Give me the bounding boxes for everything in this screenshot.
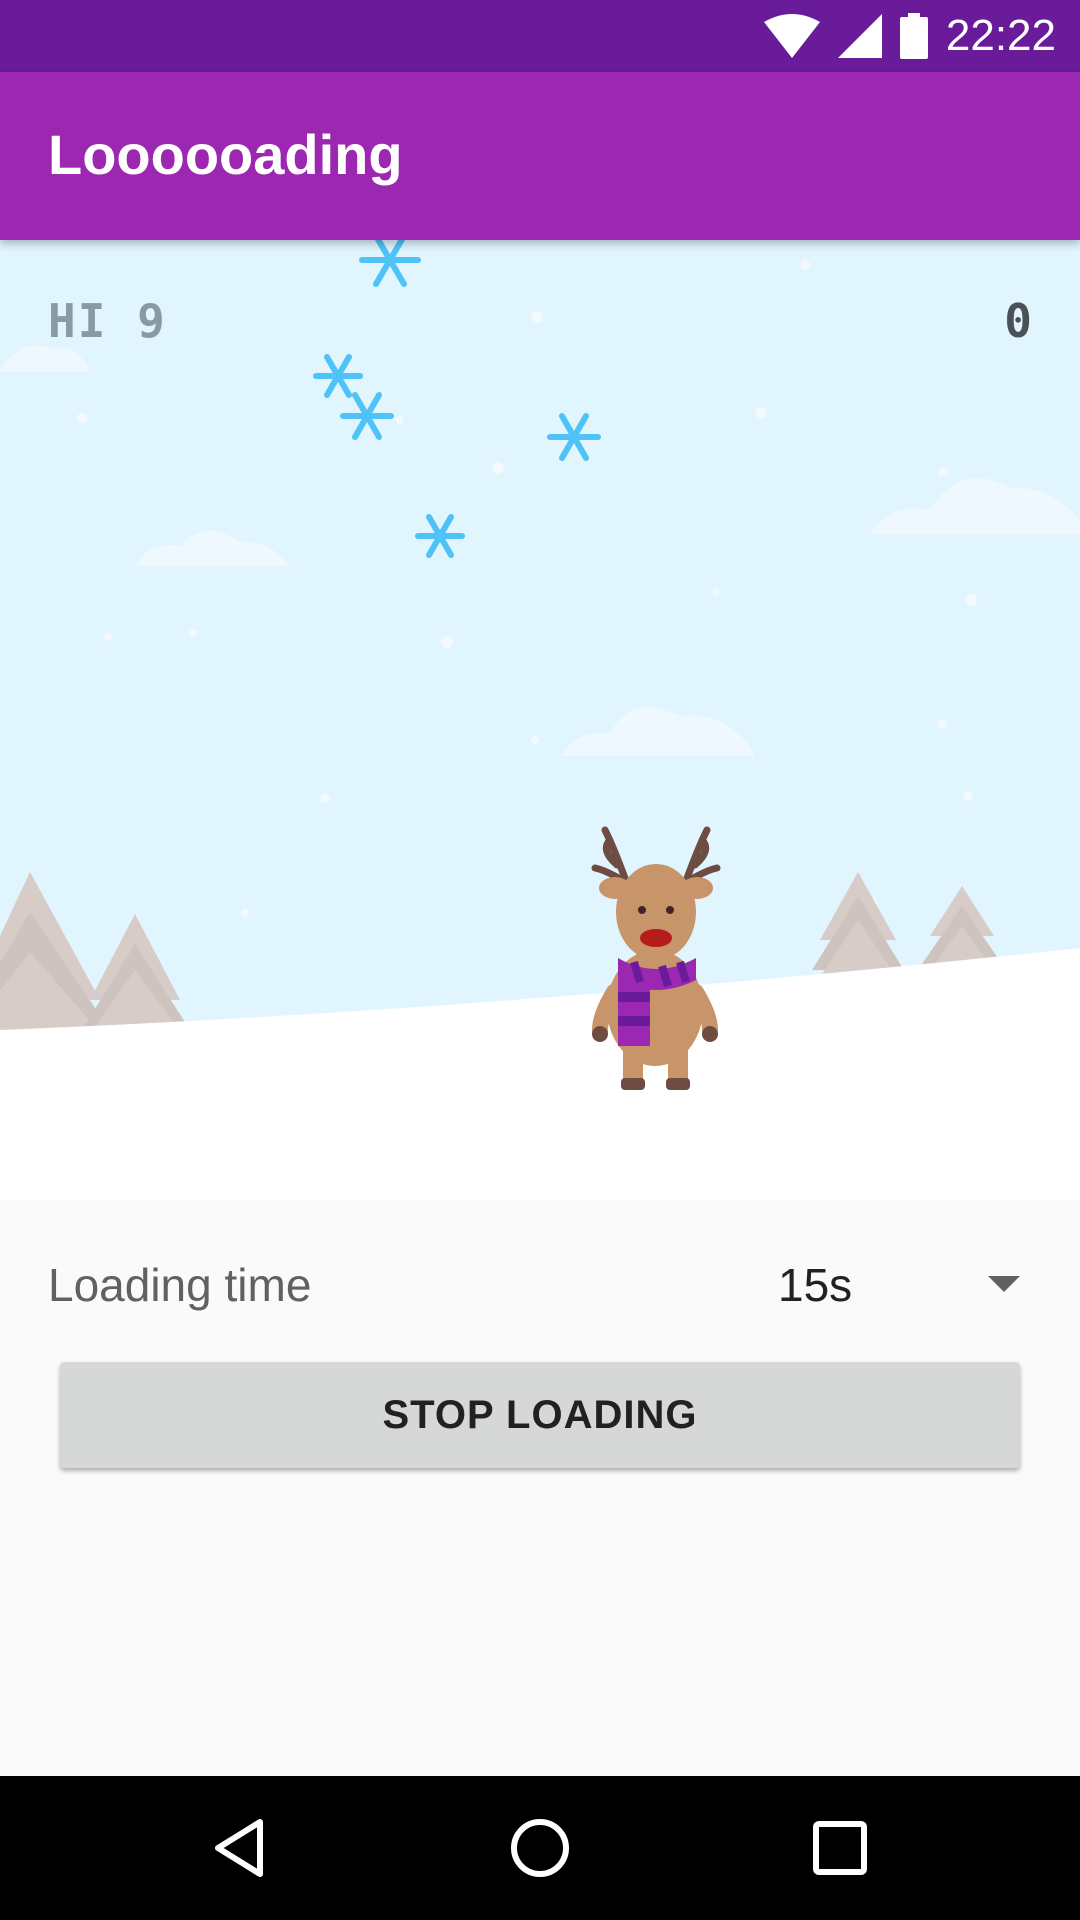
wifi-icon xyxy=(763,14,820,58)
snowflake-icon xyxy=(340,392,394,440)
status-time: 22:22 xyxy=(945,11,1056,60)
high-score: HI 9 xyxy=(48,294,167,348)
cloud xyxy=(560,707,755,756)
battery-icon xyxy=(899,13,928,59)
status-bar: 22:22 xyxy=(0,0,1080,72)
cloud xyxy=(135,530,290,566)
cloud-decorations xyxy=(0,345,1080,756)
snowflake-icon xyxy=(547,413,601,461)
snowflake-icon xyxy=(313,354,363,398)
current-score: 0 xyxy=(1004,294,1032,348)
snowflakes xyxy=(313,240,601,558)
snowflake-icon xyxy=(359,240,421,287)
loading-time-label: Loading time xyxy=(48,1259,312,1311)
game-canvas[interactable]: HI 9 0 xyxy=(0,240,1080,1200)
cloud xyxy=(0,345,90,372)
snowflake-icon xyxy=(415,514,465,558)
page-title: Loooooading xyxy=(48,123,403,186)
loading-time-select[interactable]: 15s xyxy=(760,1240,1040,1330)
back-icon[interactable] xyxy=(204,1812,276,1884)
system-nav-bar xyxy=(0,1776,1080,1920)
loading-time-value: 15s xyxy=(778,1259,853,1311)
cloud xyxy=(870,477,1080,534)
snow-particles xyxy=(77,260,977,917)
home-icon[interactable] xyxy=(504,1812,576,1884)
stop-loading-button[interactable]: STOP LOADING xyxy=(60,1362,1020,1468)
recents-icon[interactable] xyxy=(804,1812,876,1884)
loading-time-row: Loading time 15s xyxy=(0,1240,1080,1330)
dropdown-arrow-icon xyxy=(988,1276,1020,1292)
cell-signal-icon xyxy=(837,14,882,58)
app-bar: Loooooading xyxy=(0,72,1080,240)
winter-scene xyxy=(0,240,1080,1200)
